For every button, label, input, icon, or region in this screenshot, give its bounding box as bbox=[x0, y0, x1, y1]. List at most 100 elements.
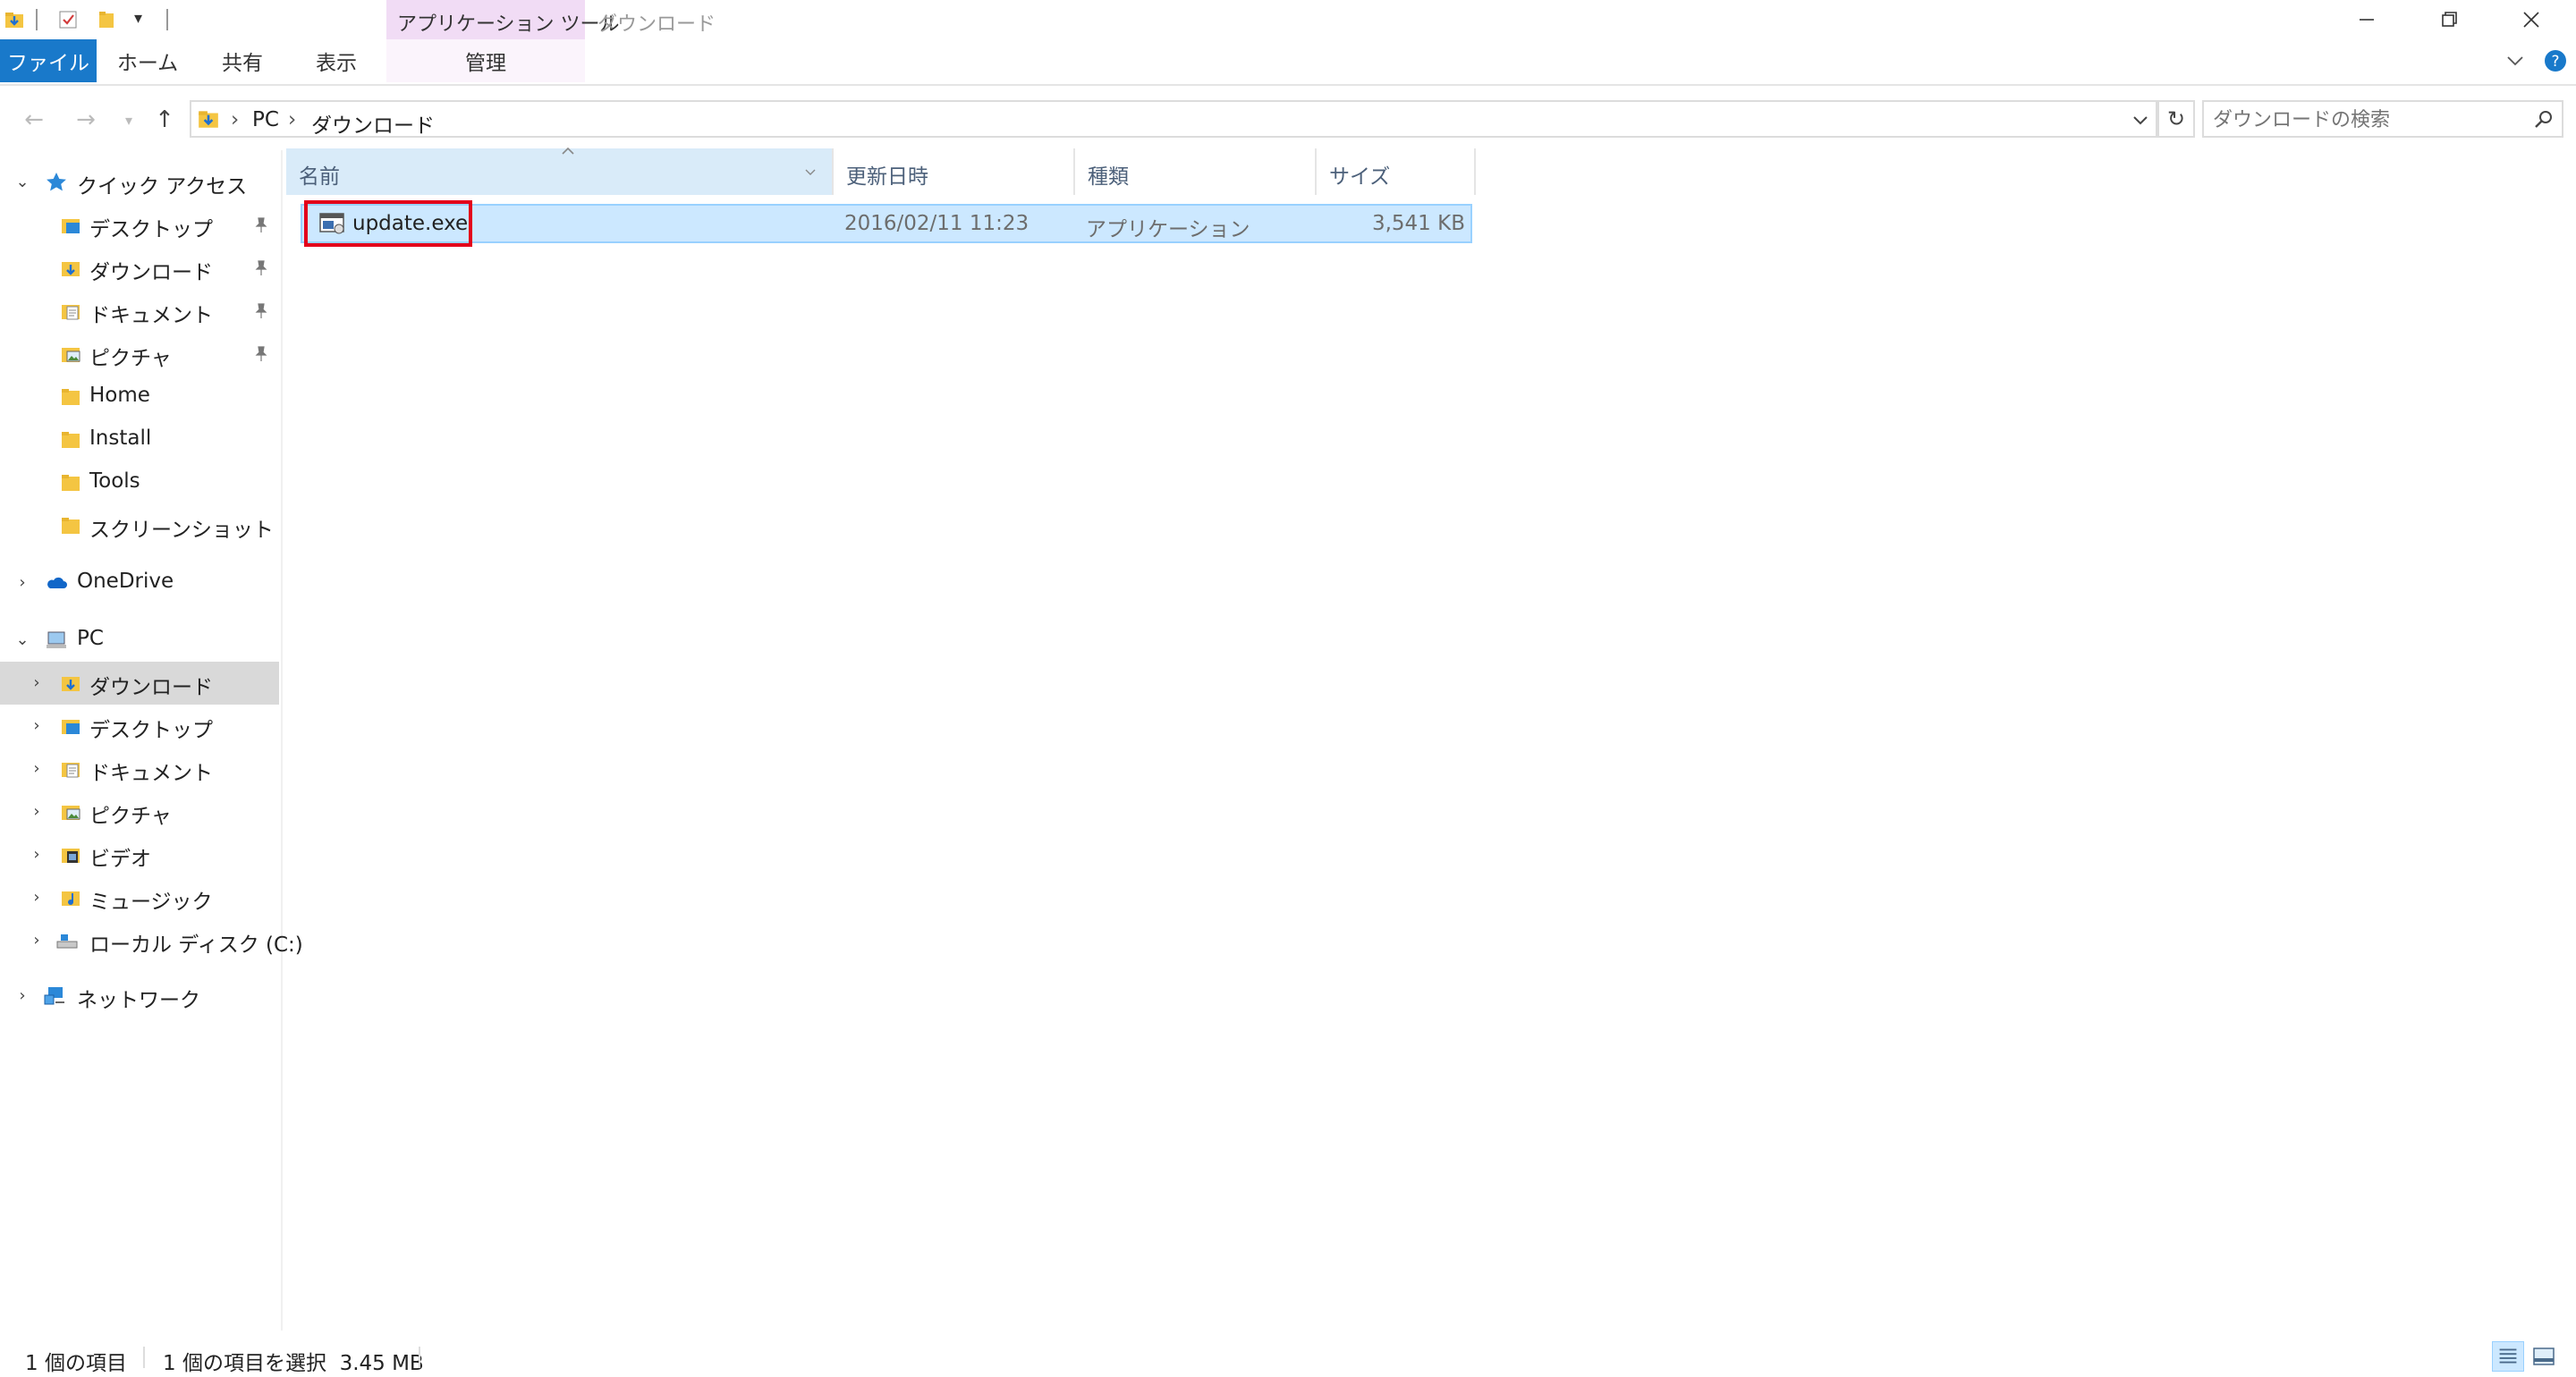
nav-item-pictures[interactable]: ピクチャ bbox=[0, 333, 279, 376]
column-separator[interactable] bbox=[1474, 148, 1476, 195]
file-row-update-exe[interactable]: update.exe 2016/02/11 11:23 アプリケーション 3,5… bbox=[301, 204, 1472, 243]
nav-onedrive-label: OneDrive bbox=[77, 570, 174, 593]
downloads-folder-icon[interactable] bbox=[4, 9, 25, 30]
search-input[interactable] bbox=[2211, 105, 2519, 135]
breadcrumb-separator-icon[interactable]: › bbox=[288, 108, 296, 131]
nav-pc-videos[interactable]: › ビデオ bbox=[0, 833, 279, 876]
computer-icon bbox=[47, 631, 66, 648]
nav-item-label: デスクトップ bbox=[89, 218, 213, 241]
tab-manage[interactable]: 管理 bbox=[386, 39, 585, 82]
nav-item-downloads[interactable]: ダウンロード bbox=[0, 247, 279, 290]
restore-button[interactable] bbox=[2408, 0, 2490, 39]
context-tab-group: アプリケーション ツール bbox=[386, 0, 620, 39]
folder-icon bbox=[62, 475, 80, 491]
nav-item-label: ドキュメント bbox=[89, 762, 213, 785]
chevron-right-icon[interactable]: › bbox=[27, 801, 47, 821]
tab-home[interactable]: ホーム bbox=[100, 39, 195, 82]
column-header-size[interactable]: サイズ bbox=[1317, 148, 1474, 195]
large-icons-view-icon[interactable] bbox=[2528, 1341, 2560, 1372]
nav-onedrive[interactable]: › OneDrive bbox=[0, 562, 279, 604]
context-tab-group-label: アプリケーション ツール bbox=[397, 13, 620, 36]
nav-pc[interactable]: ⌄ PC bbox=[0, 619, 279, 662]
nav-item-install[interactable]: Install bbox=[0, 418, 279, 461]
help-icon[interactable]: ? bbox=[2544, 49, 2567, 72]
ribbon-expand-icon[interactable] bbox=[2504, 50, 2526, 72]
status-separator bbox=[143, 1347, 145, 1368]
pin-icon[interactable] bbox=[252, 344, 270, 362]
chevron-right-icon[interactable]: › bbox=[27, 844, 47, 864]
nav-pc-documents[interactable]: › ドキュメント bbox=[0, 748, 279, 790]
chevron-down-icon[interactable]: ⌄ bbox=[13, 629, 32, 649]
nav-quick-access[interactable]: ⌄ クイック アクセス bbox=[0, 161, 279, 204]
downloads-folder-icon bbox=[62, 262, 80, 276]
back-button[interactable]: ← bbox=[20, 106, 48, 134]
search-icon[interactable] bbox=[2533, 109, 2555, 131]
search-box[interactable] bbox=[2202, 100, 2563, 138]
breadcrumb-pc[interactable]: PC bbox=[252, 108, 279, 131]
address-bar[interactable]: › PC › ダウンロード bbox=[190, 100, 2157, 138]
file-type: アプリケーション bbox=[1086, 218, 1250, 241]
nav-network[interactable]: › ネットワーク bbox=[0, 975, 279, 1018]
status-separator bbox=[419, 1347, 420, 1368]
nav-item-home[interactable]: Home bbox=[0, 376, 279, 418]
chevron-right-icon[interactable]: › bbox=[27, 887, 47, 907]
new-folder-icon[interactable] bbox=[97, 9, 118, 30]
chevron-right-icon[interactable]: › bbox=[27, 758, 47, 778]
nav-item-label: ダウンロード bbox=[89, 676, 213, 699]
nav-item-tools[interactable]: Tools bbox=[0, 461, 279, 504]
documents-folder-icon bbox=[62, 763, 80, 778]
folder-icon bbox=[62, 389, 80, 405]
breadcrumb-downloads[interactable]: ダウンロード bbox=[311, 108, 435, 139]
tab-view[interactable]: 表示 bbox=[290, 39, 383, 82]
nav-item-documents[interactable]: ドキュメント bbox=[0, 290, 279, 333]
column-header-date-label: 更新日時 bbox=[846, 165, 928, 189]
nav-item-desktop[interactable]: デスクトップ bbox=[0, 204, 279, 247]
chevron-right-icon[interactable]: › bbox=[27, 672, 47, 692]
up-button[interactable]: ↑ bbox=[150, 106, 179, 134]
nav-item-label: ビデオ bbox=[89, 848, 151, 871]
nav-pc-pictures[interactable]: › ピクチャ bbox=[0, 790, 279, 833]
navigation-pane: ⌄ クイック アクセス デスクトップ ダウンロード ドキュメント ピクチャ Ho… bbox=[0, 150, 303, 1331]
nav-pc-music[interactable]: › ミュージック bbox=[0, 876, 279, 919]
minimize-button[interactable] bbox=[2326, 0, 2408, 39]
pin-icon[interactable] bbox=[252, 215, 270, 233]
nav-item-screenshots[interactable]: スクリーンショット bbox=[0, 504, 279, 547]
downloads-folder-icon bbox=[199, 111, 218, 128]
status-selection: 1 個の項目を選択 3.45 MB bbox=[163, 1352, 424, 1375]
qat-separator bbox=[36, 9, 38, 30]
documents-folder-icon bbox=[62, 305, 80, 320]
column-header-name[interactable]: 名前 bbox=[286, 147, 832, 195]
pin-icon[interactable] bbox=[252, 258, 270, 276]
folder-icon bbox=[62, 518, 80, 534]
details-view-icon[interactable] bbox=[2492, 1341, 2524, 1372]
breadcrumb-separator-icon[interactable]: › bbox=[231, 108, 239, 131]
nav-pc-desktop[interactable]: › デスクトップ bbox=[0, 705, 279, 748]
column-header-type[interactable]: 種類 bbox=[1075, 148, 1313, 195]
address-dropdown-icon[interactable] bbox=[2131, 110, 2150, 130]
nav-pc-local-disk[interactable]: › ローカル ディスク (C:) bbox=[0, 919, 302, 962]
column-header-date[interactable]: 更新日時 bbox=[834, 148, 1072, 195]
desktop-folder-icon bbox=[62, 720, 80, 734]
nav-item-label: ミュージック bbox=[89, 891, 213, 914]
forward-button[interactable]: → bbox=[72, 106, 100, 134]
videos-folder-icon bbox=[62, 849, 80, 863]
column-filter-chevron-icon[interactable] bbox=[803, 165, 818, 179]
annotation-highlight-box bbox=[304, 200, 472, 247]
tab-share[interactable]: 共有 bbox=[197, 39, 288, 82]
nav-pc-downloads[interactable]: › ダウンロード bbox=[0, 662, 279, 705]
chevron-right-icon[interactable]: › bbox=[13, 572, 32, 592]
chevron-right-icon[interactable]: › bbox=[13, 985, 32, 1005]
chevron-right-icon[interactable]: › bbox=[27, 930, 47, 950]
properties-icon[interactable] bbox=[57, 9, 79, 30]
nav-item-label: Tools bbox=[89, 469, 140, 493]
pin-icon[interactable] bbox=[252, 301, 270, 319]
nav-quick-access-label: クイック アクセス bbox=[77, 175, 248, 199]
chevron-down-icon[interactable]: ⌄ bbox=[13, 172, 32, 191]
refresh-button[interactable]: ↻ bbox=[2157, 100, 2195, 138]
recent-locations-chevron-icon[interactable]: ▾ bbox=[114, 106, 143, 134]
network-icon bbox=[44, 987, 64, 1005]
qat-customize-icon[interactable]: ▾ bbox=[134, 9, 142, 28]
chevron-right-icon[interactable]: › bbox=[27, 715, 47, 735]
close-button[interactable] bbox=[2490, 0, 2572, 39]
tab-file[interactable]: ファイル bbox=[0, 39, 97, 82]
